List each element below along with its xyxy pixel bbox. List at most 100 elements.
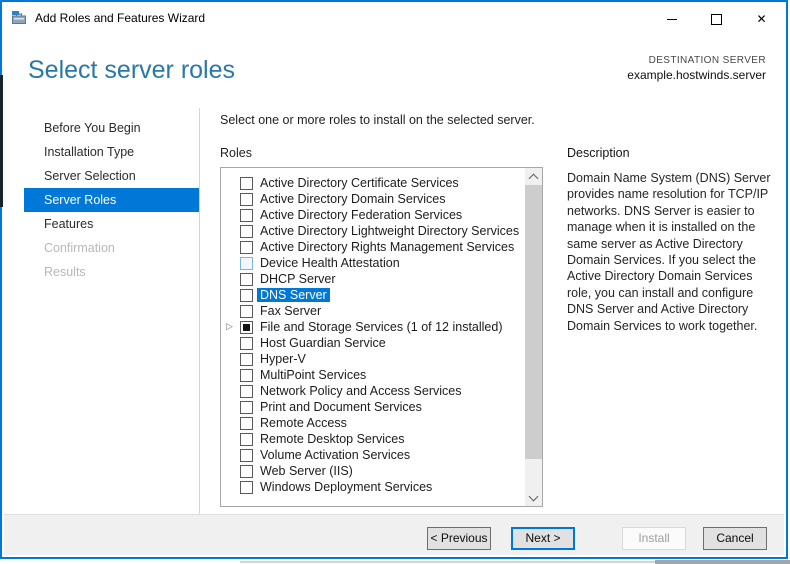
scroll-up-button[interactable]	[525, 168, 542, 185]
sidebar-item-label: Features	[44, 217, 94, 231]
role-row[interactable]: ▷ Fax Server	[221, 303, 525, 319]
role-checkbox[interactable]	[240, 208, 253, 222]
role-label[interactable]: Device Health Attestation	[260, 256, 400, 270]
role-label[interactable]: File and Storage Services (1 of 12 insta…	[260, 320, 503, 334]
role-row[interactable]: ▷ DNS Server	[221, 287, 525, 303]
chevron-down-icon	[528, 491, 539, 501]
expand-icon[interactable]: ▷	[226, 321, 233, 332]
sidebar-item-server-selection[interactable]: Server Selection	[24, 164, 199, 188]
role-label[interactable]: Active Directory Lightweight Directory S…	[260, 224, 519, 238]
role-checkbox[interactable]	[240, 320, 253, 334]
role-label[interactable]: Active Directory Certificate Services	[260, 176, 459, 190]
role-checkbox[interactable]	[240, 416, 253, 430]
scroll-down-button[interactable]	[525, 489, 542, 506]
role-label[interactable]: MultiPoint Services	[260, 368, 366, 382]
role-label[interactable]: DNS Server	[257, 288, 330, 302]
role-checkbox[interactable]	[240, 240, 253, 254]
role-label[interactable]: Remote Access	[260, 416, 347, 430]
role-label[interactable]: Network Policy and Access Services	[260, 384, 461, 398]
role-row[interactable]: ▷ Remote Desktop Services	[221, 431, 525, 447]
close-button[interactable]: ✕	[739, 4, 784, 34]
role-checkbox[interactable]	[240, 256, 253, 270]
role-label[interactable]: Active Directory Rights Management Servi…	[260, 240, 514, 254]
role-checkbox[interactable]	[240, 432, 253, 446]
role-checkbox[interactable]	[240, 176, 253, 190]
install-button: Install	[622, 527, 686, 550]
role-row[interactable]: ▷ Network Policy and Access Services	[221, 383, 525, 399]
description-text: Domain Name System (DNS) Server provides…	[567, 171, 771, 333]
sidebar-item-label: Confirmation	[44, 241, 115, 255]
role-label[interactable]: Active Directory Federation Services	[260, 208, 462, 222]
role-row[interactable]: ▷ Device Health Attestation	[221, 255, 525, 271]
role-label[interactable]: Remote Desktop Services	[260, 432, 405, 446]
role-label[interactable]: Volume Activation Services	[260, 448, 410, 462]
window-title: Add Roles and Features Wizard	[35, 11, 206, 25]
wizard-toolbox-icon	[12, 11, 26, 24]
role-row[interactable]: ▷ Remote Access	[221, 415, 525, 431]
sidebar-item-results[interactable]: Results	[24, 260, 199, 284]
instruction-text: Select one or more roles to install on t…	[220, 113, 535, 127]
role-label[interactable]: DHCP Server	[260, 272, 335, 286]
role-checkbox[interactable]	[240, 272, 253, 286]
role-checkbox[interactable]	[240, 288, 253, 302]
role-checkbox[interactable]	[240, 464, 253, 478]
role-row[interactable]: ▷ Hyper-V	[221, 351, 525, 367]
close-icon: ✕	[756, 12, 767, 26]
role-checkbox[interactable]	[240, 224, 253, 238]
background-window-bar	[655, 560, 790, 564]
role-checkbox[interactable]	[240, 384, 253, 398]
role-checkbox[interactable]	[240, 336, 253, 350]
role-row[interactable]: ▷ Host Guardian Service	[221, 335, 525, 351]
role-row[interactable]: ▷ Active Directory Rights Management Ser…	[221, 239, 525, 255]
role-row[interactable]: ▷ DHCP Server	[221, 271, 525, 287]
role-label[interactable]: Web Server (IIS)	[260, 464, 353, 478]
role-label[interactable]: Windows Deployment Services	[260, 480, 432, 494]
role-row[interactable]: ▷ Windows Deployment Services	[221, 479, 525, 495]
maximize-button[interactable]	[694, 4, 739, 34]
sidebar-item-features[interactable]: Features	[24, 212, 199, 236]
role-row[interactable]: ▷ Print and Document Services	[221, 399, 525, 415]
roles-listbox: ▷ Active Directory Certificate Services …	[220, 167, 543, 507]
role-checkbox[interactable]	[240, 400, 253, 414]
roles-list-label: Roles	[220, 146, 252, 160]
sidebar-item-confirmation[interactable]: Confirmation	[24, 236, 199, 260]
role-checkbox[interactable]	[240, 352, 253, 366]
page-title: Select server roles	[28, 56, 236, 84]
role-label[interactable]: Host Guardian Service	[260, 336, 386, 350]
role-label[interactable]: Hyper-V	[260, 352, 306, 366]
role-checkbox[interactable]	[240, 192, 253, 206]
role-row[interactable]: ▷ Web Server (IIS)	[221, 463, 525, 479]
sidebar-item-server-roles[interactable]: Server Roles	[24, 188, 199, 212]
sidebar-separator	[199, 108, 200, 519]
minimize-button[interactable]	[649, 4, 694, 34]
role-row[interactable]: ▷ Active Directory Federation Services	[221, 207, 525, 223]
role-row[interactable]: ▷ Volume Activation Services	[221, 447, 525, 463]
sidebar: Before You Begin Installation Type Server …	[24, 116, 199, 284]
cancel-button[interactable]: Cancel	[703, 527, 767, 550]
background-window-left-edge	[0, 75, 3, 207]
minimize-icon	[666, 18, 677, 20]
role-checkbox[interactable]	[240, 368, 253, 382]
sidebar-item-label: Server Roles	[44, 193, 117, 207]
scrollbar[interactable]	[525, 168, 542, 506]
role-row[interactable]: ▷ Active Directory Domain Services	[221, 191, 525, 207]
role-row[interactable]: ▷ Active Directory Certificate Services	[221, 175, 525, 191]
role-checkbox[interactable]	[240, 480, 253, 494]
sidebar-item-installation-type[interactable]: Installation Type	[24, 140, 199, 164]
sidebar-item-before-you-begin[interactable]: Before You Begin	[24, 116, 199, 140]
role-label[interactable]: Active Directory Domain Services	[260, 192, 445, 206]
destination-server-block: DESTINATION SERVER example.hostwinds.ser…	[627, 55, 766, 82]
role-row[interactable]: ▷ File and Storage Services (1 of 12 ins…	[221, 319, 525, 335]
role-checkbox[interactable]	[240, 448, 253, 462]
destination-server-label: DESTINATION SERVER	[648, 55, 766, 66]
role-label[interactable]: Print and Document Services	[260, 400, 422, 414]
role-label[interactable]: Fax Server	[260, 304, 321, 318]
maximize-icon	[711, 13, 722, 25]
next-button[interactable]: Next >	[511, 527, 575, 550]
scrollbar-thumb[interactable]	[525, 185, 542, 459]
role-row[interactable]: ▷ Active Directory Lightweight Directory…	[221, 223, 525, 239]
role-checkbox[interactable]	[240, 304, 253, 318]
previous-button[interactable]: < Previous	[427, 527, 491, 550]
role-row[interactable]: ▷ MultiPoint Services	[221, 367, 525, 383]
description-heading: Description	[567, 146, 630, 160]
